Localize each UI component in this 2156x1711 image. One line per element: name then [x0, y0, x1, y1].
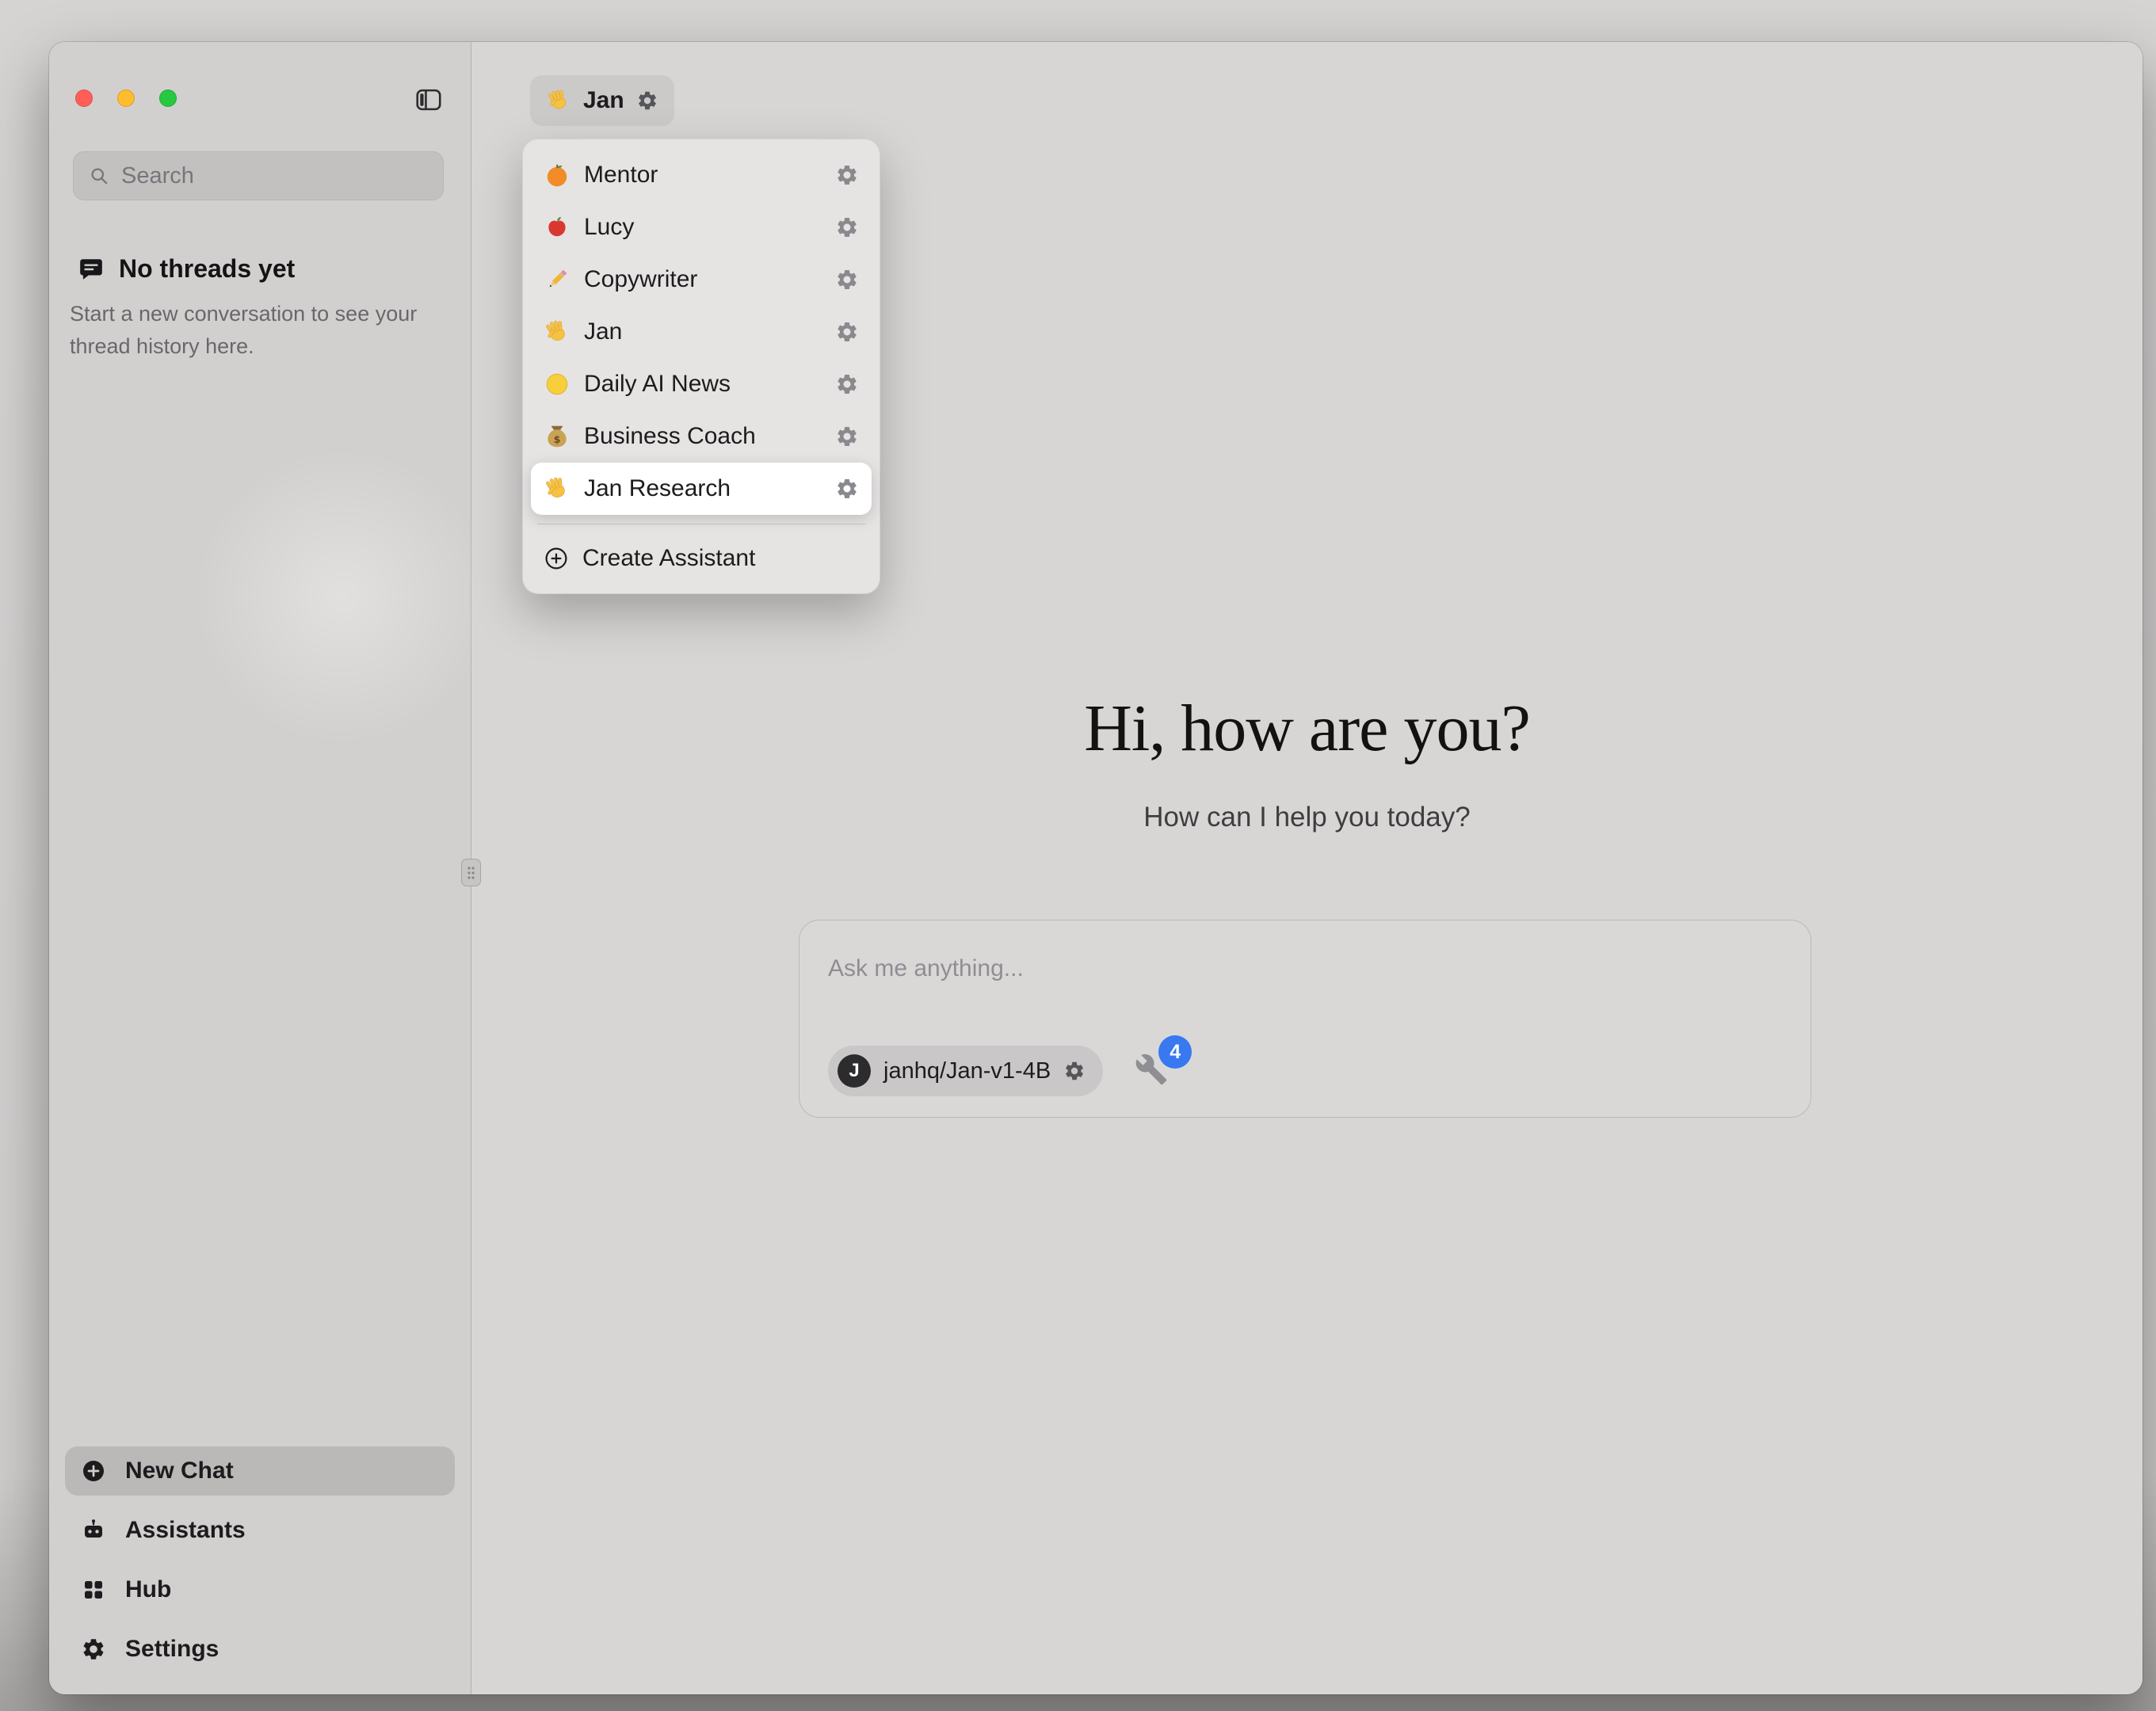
greeting: Hi, how are you? How can I help you toda… [471, 690, 2143, 833]
assistant-menu-item-lucy[interactable]: Lucy [531, 201, 872, 253]
close-window-button[interactable] [75, 90, 93, 107]
gear-icon[interactable] [835, 425, 859, 448]
search-input[interactable]: Search [73, 151, 444, 200]
assistant-settings-icon[interactable] [636, 90, 658, 112]
model-avatar: J [838, 1054, 871, 1088]
assistant-menu-item-jan[interactable]: Jan [531, 306, 872, 358]
sidebar-toggle-button[interactable] [406, 82, 452, 118]
tangerine-icon [544, 162, 570, 189]
assistant-menu-item-copywriter[interactable]: Copywriter [531, 253, 872, 306]
sidebar-item-hub[interactable]: Hub [65, 1565, 455, 1614]
app-window: Search No threads yet Start a new conver… [49, 42, 2143, 1694]
create-assistant-button[interactable]: Create Assistant [531, 533, 872, 584]
money-bag-icon: $ [544, 423, 570, 450]
gear-icon[interactable] [835, 320, 859, 344]
search-icon [88, 165, 110, 187]
gear-icon[interactable] [835, 477, 859, 501]
assistant-menu-item-label: Lucy [584, 214, 822, 241]
chat-bubble-icon [78, 256, 105, 283]
zoom-window-button[interactable] [159, 90, 177, 107]
sidebar-item-label: Hub [125, 1576, 171, 1603]
tools-button[interactable]: 4 [1135, 1053, 1171, 1089]
model-name: janhq/Jan-v1-4B [883, 1058, 1051, 1084]
main-area: Jan Mentor Lucy Copywriter Jan [471, 42, 2143, 1694]
assistant-menu-item-label: Mentor [584, 162, 822, 189]
assistant-menu: Mentor Lucy Copywriter Jan Daily AI News [522, 139, 880, 594]
assistant-menu-item-label: Copywriter [584, 266, 822, 293]
assistant-menu-item-daily-ai-news[interactable]: Daily AI News [531, 358, 872, 410]
greeting-title: Hi, how are you? [471, 690, 2143, 767]
blocks-icon [81, 1577, 106, 1602]
tools-count-badge: 4 [1158, 1035, 1192, 1069]
gear-icon[interactable] [835, 215, 859, 239]
assistant-menu-item-label: Daily AI News [584, 371, 822, 398]
model-selector[interactable]: J janhq/Jan-v1-4B [828, 1046, 1103, 1096]
assistant-menu-item-label: Jan Research [584, 475, 822, 502]
model-settings-icon[interactable] [1063, 1060, 1086, 1082]
sidebar-item-assistants[interactable]: Assistants [65, 1506, 455, 1555]
assistant-selector[interactable]: Jan [530, 75, 674, 126]
svg-text:$: $ [554, 434, 561, 446]
empty-state: No threads yet Start a new conversation … [68, 254, 452, 362]
sidebar-item-label: Assistants [125, 1517, 246, 1544]
wave-hand-icon [544, 475, 570, 502]
greeting-subtitle: How can I help you today? [471, 802, 2143, 833]
window-controls [75, 90, 177, 107]
plus-circle-icon [81, 1458, 106, 1484]
assistant-menu-item-label: Business Coach [584, 423, 822, 450]
assistant-menu-item-mentor[interactable]: Mentor [531, 149, 872, 201]
sidebar: Search No threads yet Start a new conver… [49, 42, 471, 1694]
assistant-menu-item-jan-research[interactable]: Jan Research [531, 463, 872, 515]
empty-state-description: Start a new conversation to see your thr… [68, 298, 452, 362]
robot-icon [81, 1518, 106, 1543]
gear-icon[interactable] [835, 372, 859, 396]
pencil-icon [544, 266, 570, 293]
sidebar-item-settings[interactable]: Settings [65, 1625, 455, 1674]
sidebar-resize-handle[interactable] [461, 859, 481, 886]
gear-icon [81, 1637, 106, 1662]
gear-icon[interactable] [835, 268, 859, 292]
yellow-circle-icon [544, 371, 570, 398]
composer-placeholder: Ask me anything... [828, 955, 1782, 982]
grip-dots-icon [464, 863, 478, 883]
wave-hand-icon [546, 88, 571, 113]
chat-composer[interactable]: Ask me anything... J janhq/Jan-v1-4B 4 [799, 920, 1811, 1118]
gear-icon[interactable] [835, 163, 859, 187]
sidebar-item-label: Settings [125, 1636, 219, 1663]
sidebar-toggle-icon [414, 85, 444, 115]
sidebar-item-new-chat[interactable]: New Chat [65, 1446, 455, 1496]
wave-hand-icon [544, 318, 570, 345]
apple-icon [544, 214, 570, 241]
assistant-menu-item-label: Jan [584, 318, 822, 345]
plus-circle-icon [544, 546, 569, 571]
assistant-selector-label: Jan [583, 87, 624, 114]
minimize-window-button[interactable] [117, 90, 135, 107]
sidebar-item-label: New Chat [125, 1458, 234, 1484]
search-placeholder: Search [121, 163, 194, 189]
create-assistant-label: Create Assistant [582, 545, 755, 572]
sidebar-nav: New Chat Assistants Hub Settings [65, 1446, 455, 1674]
assistant-menu-item-business-coach[interactable]: $ Business Coach [531, 410, 872, 463]
empty-state-title: No threads yet [119, 254, 295, 284]
